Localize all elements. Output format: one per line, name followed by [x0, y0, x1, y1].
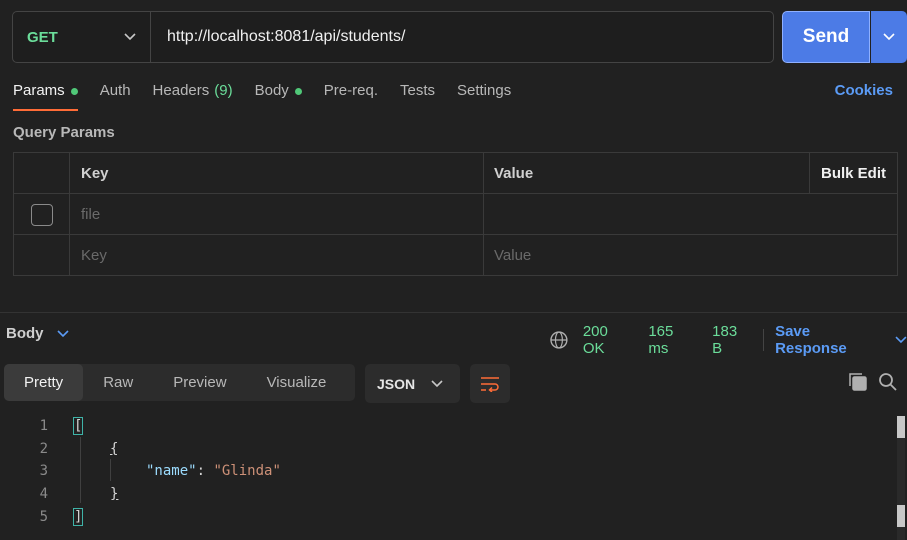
response-status-bar: 200 OK 165 ms 183 B Save Response [549, 323, 907, 357]
search-icon[interactable] [878, 372, 898, 397]
body-indicator-dot [294, 88, 302, 95]
chevron-down-icon[interactable] [895, 336, 907, 344]
response-body-dropdown[interactable]: Body [6, 325, 69, 342]
params-indicator-dot [70, 88, 78, 95]
tab-settings-label: Settings [457, 82, 512, 99]
value-column-header: Value [494, 164, 534, 182]
response-view-tabs: Pretty Raw Preview Visualize [4, 364, 355, 401]
response-size[interactable]: 183 B [712, 323, 751, 357]
tab-pretty[interactable]: Pretty [4, 364, 84, 401]
code-bracket-open: [ [72, 417, 84, 435]
tab-tests[interactable]: Tests [400, 82, 435, 112]
scrollbar-thumb[interactable] [897, 416, 905, 438]
request-tabs: Params Auth Headers (9) Body Pre-req. Tes… [13, 82, 533, 112]
code-brace-open: { [110, 441, 119, 457]
key-column-header: Key [70, 153, 484, 193]
table-header-row: Key Value Bulk Edit [14, 153, 897, 194]
response-body-label: Body [6, 325, 44, 342]
code-line: 3 "name": "Glinda" [0, 460, 895, 482]
tab-settings[interactable]: Settings [457, 82, 511, 112]
format-select[interactable]: JSON [365, 364, 460, 403]
tab-pre-request[interactable]: Pre-req. [324, 82, 378, 112]
line-number: 2 [39, 441, 48, 457]
code-bracket-close: ] [72, 508, 84, 526]
send-options-button[interactable] [871, 11, 907, 63]
save-response-button[interactable]: Save Response [775, 323, 885, 357]
request-url-bar: GET http://localhost:8081/api/students/ [12, 11, 774, 63]
json-key: "name" [146, 463, 197, 479]
tab-body[interactable]: Body [255, 82, 302, 112]
code-property: "name": "Glinda" [146, 463, 281, 479]
param-value-input[interactable] [484, 194, 897, 234]
tab-params[interactable]: Params [13, 82, 78, 112]
method-label: GET [27, 28, 58, 46]
chevron-down-icon [124, 33, 136, 41]
url-input[interactable]: http://localhost:8081/api/students/ [151, 28, 773, 46]
globe-icon[interactable] [549, 330, 569, 350]
tab-auth-label: Auth [99, 82, 131, 99]
response-code-editor[interactable]: 1 [ 2 { 3 "name": "Glinda" 4 } 5 ] [0, 415, 895, 540]
code-line: 2 { [0, 438, 895, 460]
chevron-down-icon [883, 33, 895, 41]
header-check-cell [14, 153, 70, 193]
tab-body-label: Body [254, 82, 289, 99]
status-separator [763, 329, 765, 351]
tab-params-label: Params [13, 82, 65, 99]
query-params-title: Query Params [13, 124, 115, 141]
method-select[interactable]: GET [13, 12, 151, 62]
table-row: file [14, 194, 897, 235]
chevron-down-icon [431, 379, 443, 387]
param-key-input[interactable]: Key [70, 235, 484, 276]
tab-headers[interactable]: Headers (9) [153, 82, 233, 112]
bulk-edit-button[interactable]: Bulk Edit [809, 153, 897, 193]
code-brace-close: } [110, 486, 119, 502]
wrap-lines-icon [481, 376, 499, 392]
format-label: JSON [377, 375, 416, 392]
send-button[interactable]: Send [782, 11, 870, 63]
tab-preview[interactable]: Preview [153, 364, 246, 401]
code-line: 5 ] [0, 506, 895, 528]
param-checkbox[interactable] [30, 204, 53, 226]
status-code[interactable]: 200 OK [583, 323, 633, 357]
code-line: 4 } [0, 483, 895, 505]
line-number: 5 [39, 509, 48, 525]
response-time[interactable]: 165 ms [648, 323, 697, 357]
wrap-lines-button[interactable] [470, 364, 510, 403]
line-number: 3 [39, 463, 48, 479]
table-row: Key Value [14, 235, 897, 276]
headers-count: (9) [214, 82, 233, 99]
scrollbar-thumb[interactable] [897, 505, 905, 527]
row-check-cell [14, 194, 70, 234]
chevron-down-icon [56, 329, 69, 337]
query-params-table: Key Value Bulk Edit file Key Value [13, 152, 898, 276]
tab-headers-label: Headers [152, 82, 210, 99]
tab-visualize[interactable]: Visualize [247, 364, 347, 401]
tab-raw[interactable]: Raw [83, 364, 153, 401]
tab-auth[interactable]: Auth [100, 82, 131, 112]
param-value-input[interactable]: Value [484, 235, 897, 276]
copy-icon[interactable] [848, 372, 868, 397]
cookies-link[interactable]: Cookies [835, 82, 893, 99]
line-number: 4 [39, 486, 48, 502]
response-divider [0, 312, 907, 313]
code-line: 1 [ [0, 415, 895, 437]
tab-tests-label: Tests [399, 82, 435, 99]
row-check-cell [14, 235, 70, 276]
tab-pre-request-label: Pre-req. [323, 82, 378, 99]
line-number: 1 [39, 418, 48, 434]
param-key-input[interactable]: file [70, 194, 484, 234]
json-value: "Glinda" [213, 463, 281, 479]
